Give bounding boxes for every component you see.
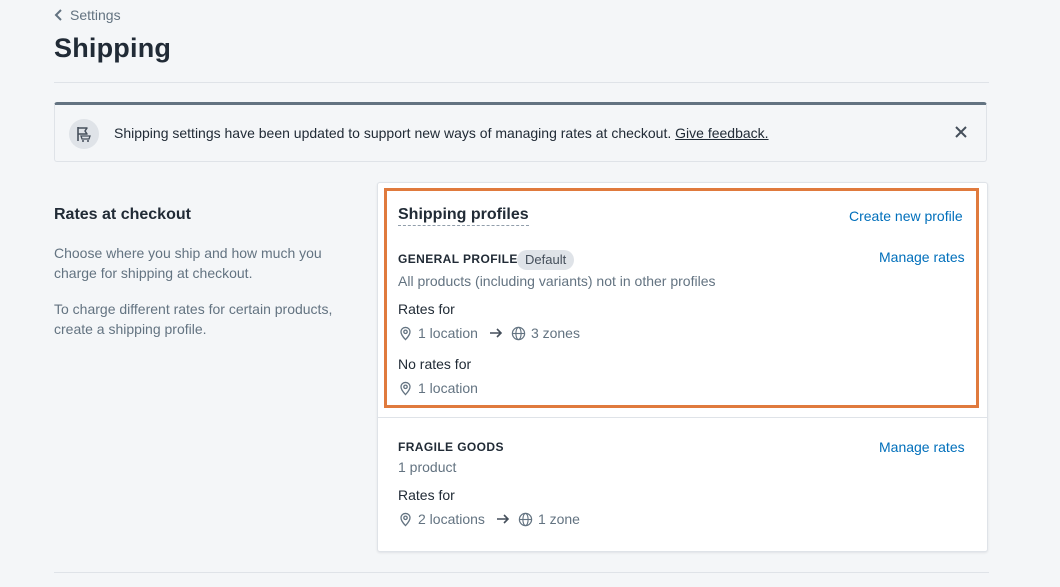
profile-subtitle-general: All products (including variants) not in… bbox=[398, 273, 716, 289]
close-icon[interactable] bbox=[953, 124, 969, 140]
flag-cart-icon bbox=[77, 127, 91, 142]
globe-icon bbox=[511, 326, 526, 340]
footer-divider bbox=[54, 572, 989, 573]
breadcrumb[interactable]: Settings bbox=[54, 7, 121, 23]
zone-count: 3 zones bbox=[530, 325, 580, 341]
banner-message: Shipping settings have been updated to s… bbox=[114, 125, 769, 141]
profile-name-fragile: FRAGILE GOODS bbox=[398, 440, 504, 454]
page-title: Shipping bbox=[54, 33, 172, 63]
location-pin-icon bbox=[400, 326, 411, 341]
section-description: Choose where you ship and how much you c… bbox=[54, 245, 322, 281]
no-rates-row-general: 1 location bbox=[398, 380, 478, 396]
manage-rates-general-link[interactable]: Manage rates bbox=[879, 249, 965, 265]
location-pin-icon bbox=[400, 381, 411, 396]
location-count: 1 location bbox=[418, 325, 478, 341]
info-banner: Shipping settings have been updated to s… bbox=[54, 102, 987, 162]
profile-name-general: GENERAL PROFILE bbox=[398, 252, 518, 266]
default-badge: Default bbox=[517, 250, 575, 270]
create-new-profile-link[interactable]: Create new profile bbox=[849, 208, 963, 224]
globe-icon bbox=[518, 512, 533, 526]
header-divider bbox=[54, 82, 989, 83]
banner-text: Shipping settings have been updated to s… bbox=[114, 125, 672, 141]
manage-rates-fragile-link[interactable]: Manage rates bbox=[879, 439, 965, 455]
section-title: Rates at checkout bbox=[54, 206, 191, 223]
banner-icon-wrap bbox=[69, 119, 99, 149]
profile-divider bbox=[378, 417, 987, 418]
section-description-profiles: To charge different rates for certain pr… bbox=[54, 301, 333, 337]
rates-for-label: Rates for bbox=[398, 301, 455, 317]
no-rates-for-label: No rates for bbox=[398, 356, 472, 372]
location-count: 2 locations bbox=[418, 511, 485, 527]
profile-subtitle-fragile: 1 product bbox=[398, 459, 457, 475]
arrow-right-icon bbox=[496, 514, 510, 524]
arrow-right-icon bbox=[489, 328, 503, 338]
zone-count: 1 zone bbox=[537, 511, 580, 527]
rates-for-row-fragile: 2 locations 1 zone bbox=[398, 511, 580, 527]
breadcrumb-label: Settings bbox=[70, 7, 121, 23]
rates-for-row-general: 1 location 3 zones bbox=[398, 325, 580, 341]
card-title: Shipping profiles bbox=[398, 206, 529, 226]
chevron-left-icon bbox=[54, 9, 62, 21]
rates-for-label: Rates for bbox=[398, 487, 455, 503]
location-pin-icon bbox=[400, 512, 411, 527]
location-count: 1 location bbox=[418, 380, 478, 396]
give-feedback-link[interactable]: Give feedback. bbox=[675, 125, 768, 141]
